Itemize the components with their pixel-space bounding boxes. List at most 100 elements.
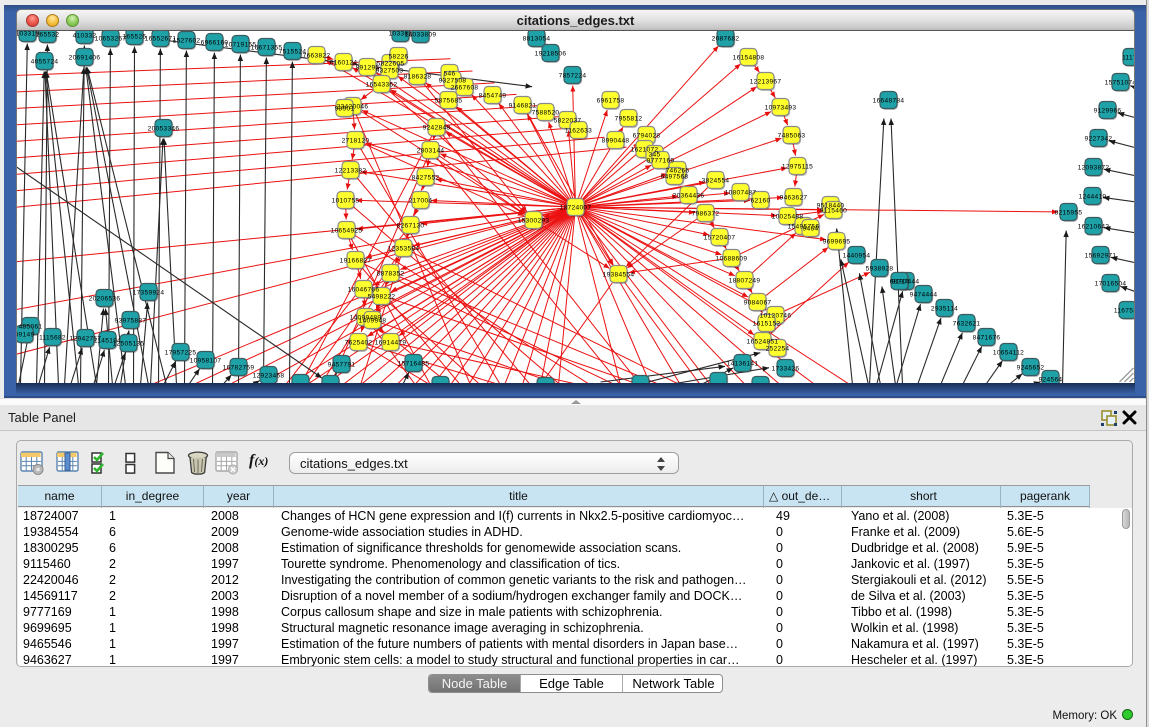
svg-text:17359924: 17359924	[133, 289, 165, 296]
svg-text:12975115: 12975115	[782, 163, 813, 170]
svg-text:2087682: 2087682	[712, 35, 740, 42]
svg-text:16914479: 16914479	[375, 339, 407, 346]
svg-text:10807487: 10807487	[725, 189, 757, 196]
svg-text:7986372: 7986372	[692, 210, 720, 217]
svg-text:68714: 68714	[890, 278, 910, 285]
svg-text:10025488: 10025488	[772, 213, 804, 220]
svg-text:4055724: 4055724	[31, 58, 59, 65]
svg-text:12353594: 12353594	[388, 245, 420, 252]
svg-text:8427552: 8427552	[412, 174, 440, 181]
svg-text:10973493: 10973493	[765, 104, 797, 111]
svg-text:8160124: 8160124	[330, 59, 358, 66]
svg-text:5498222: 5498222	[368, 293, 396, 300]
svg-text:17016504: 17016504	[1095, 280, 1127, 287]
svg-text:16524851: 16524851	[747, 338, 779, 345]
svg-text:1162633: 1162633	[565, 127, 592, 134]
svg-text:18724007: 18724007	[560, 204, 592, 211]
svg-text:12213967: 12213967	[750, 78, 782, 85]
svg-text:9327503: 9327503	[376, 67, 404, 74]
svg-text:5822037: 5822037	[554, 117, 582, 124]
svg-text:546: 546	[444, 70, 456, 77]
svg-text:19166827: 19166827	[340, 257, 372, 264]
svg-text:9242848: 9242848	[423, 124, 451, 131]
svg-text:14136141: 14136141	[727, 360, 759, 367]
svg-text:20206536: 20206536	[89, 295, 121, 302]
svg-text:7588520: 7588520	[532, 109, 560, 116]
svg-text:9464: 9464	[803, 225, 819, 232]
svg-text:16210643: 16210643	[1078, 223, 1110, 230]
svg-text:252254: 252254	[766, 345, 790, 352]
svg-text:8186328: 8186328	[404, 73, 432, 80]
svg-text:8454749: 8454749	[479, 92, 507, 99]
svg-text:9327508: 9327508	[439, 77, 467, 84]
svg-text:8215955: 8215955	[1055, 209, 1083, 216]
svg-text:12923468: 12923468	[253, 372, 285, 379]
svg-text:16543362: 16543362	[366, 81, 398, 88]
svg-text:8990448: 8990448	[602, 137, 630, 144]
svg-text:16648784: 16648784	[873, 97, 905, 104]
svg-text:15716485: 15716485	[398, 360, 430, 367]
svg-text:9777169: 9777169	[647, 157, 675, 164]
svg-text:7485063: 7485063	[778, 132, 806, 139]
svg-text:1010755: 1010755	[332, 197, 360, 204]
svg-text:9474444: 9474444	[910, 291, 938, 298]
svg-text:7663822: 7663822	[303, 52, 331, 59]
svg-text:5822605: 5822605	[377, 60, 405, 67]
svg-text:7632621: 7632621	[953, 320, 981, 327]
svg-text:2718120: 2718120	[342, 137, 370, 144]
svg-text:12093872: 12093872	[1078, 164, 1110, 171]
svg-text:16154808: 16154808	[733, 54, 765, 61]
svg-text:93975887: 93975887	[115, 317, 147, 324]
svg-text:924564: 924564	[1039, 376, 1063, 383]
svg-text:9245652: 9245652	[1017, 364, 1045, 371]
svg-text:18807249: 18807249	[729, 277, 761, 284]
svg-text:6497568: 6497568	[661, 173, 689, 180]
svg-text:5938928: 5938928	[866, 265, 894, 272]
svg-text:410332: 410332	[73, 32, 97, 39]
svg-text:15751074: 15751074	[1105, 79, 1135, 86]
svg-text:9115460: 9115460	[820, 207, 847, 214]
svg-text:2803144: 2803144	[417, 147, 445, 154]
svg-text:9084067: 9084067	[744, 299, 772, 306]
svg-text:98901: 98901	[335, 105, 355, 112]
svg-text:1527602: 1527602	[173, 37, 201, 44]
svg-text:10654112: 10654112	[993, 349, 1024, 356]
svg-text:58226: 58226	[389, 53, 409, 60]
svg-text:15300293: 15300293	[518, 217, 550, 224]
svg-text:8471676: 8471676	[973, 334, 1001, 341]
svg-text:2667608: 2667608	[451, 84, 479, 91]
svg-text:12505135: 12505135	[113, 340, 145, 347]
svg-text:8878352: 8878352	[377, 270, 405, 277]
svg-text:9457791: 9457791	[328, 361, 356, 368]
svg-text:1440954: 1440954	[843, 252, 871, 259]
svg-text:39149: 39149	[17, 331, 34, 338]
svg-text:485061: 485061	[19, 323, 43, 330]
svg-text:20053346: 20053346	[148, 125, 180, 132]
svg-text:7625402: 7625402	[345, 339, 373, 346]
svg-text:3824554: 3824554	[702, 177, 730, 184]
svg-text:19384554: 19384554	[603, 271, 635, 278]
svg-text:11174: 11174	[1122, 54, 1135, 61]
svg-text:9463627: 9463627	[780, 194, 808, 201]
svg-text:165532: 165532	[36, 31, 60, 38]
svg-text:17957225: 17957225	[165, 349, 197, 356]
svg-text:1409948: 1409948	[359, 317, 387, 324]
svg-text:1167534: 1167534	[1114, 307, 1135, 314]
svg-text:19218506: 19218506	[535, 50, 567, 57]
svg-text:10120746: 10120746	[760, 312, 792, 319]
svg-text:16033809: 16033809	[405, 31, 437, 38]
svg-text:8267130: 8267130	[397, 222, 425, 229]
svg-text:2935114: 2935114	[931, 305, 958, 312]
svg-text:165526: 165526	[123, 33, 147, 40]
svg-text:20364436: 20364436	[673, 192, 705, 199]
svg-text:6961758: 6961758	[597, 97, 625, 104]
svg-text:20691406: 20691406	[69, 54, 101, 61]
svg-text:16782759: 16782759	[223, 364, 255, 371]
svg-text:5875685: 5875685	[435, 97, 463, 104]
svg-text:6794028: 6794028	[633, 132, 661, 139]
svg-text:62160: 62160	[751, 197, 771, 204]
svg-text:9699695: 9699695	[823, 238, 851, 245]
svg-text:1615152: 1615152	[753, 320, 781, 327]
svg-text:1244419: 1244419	[1079, 193, 1107, 200]
svg-text:15692971: 15692971	[1085, 252, 1117, 259]
